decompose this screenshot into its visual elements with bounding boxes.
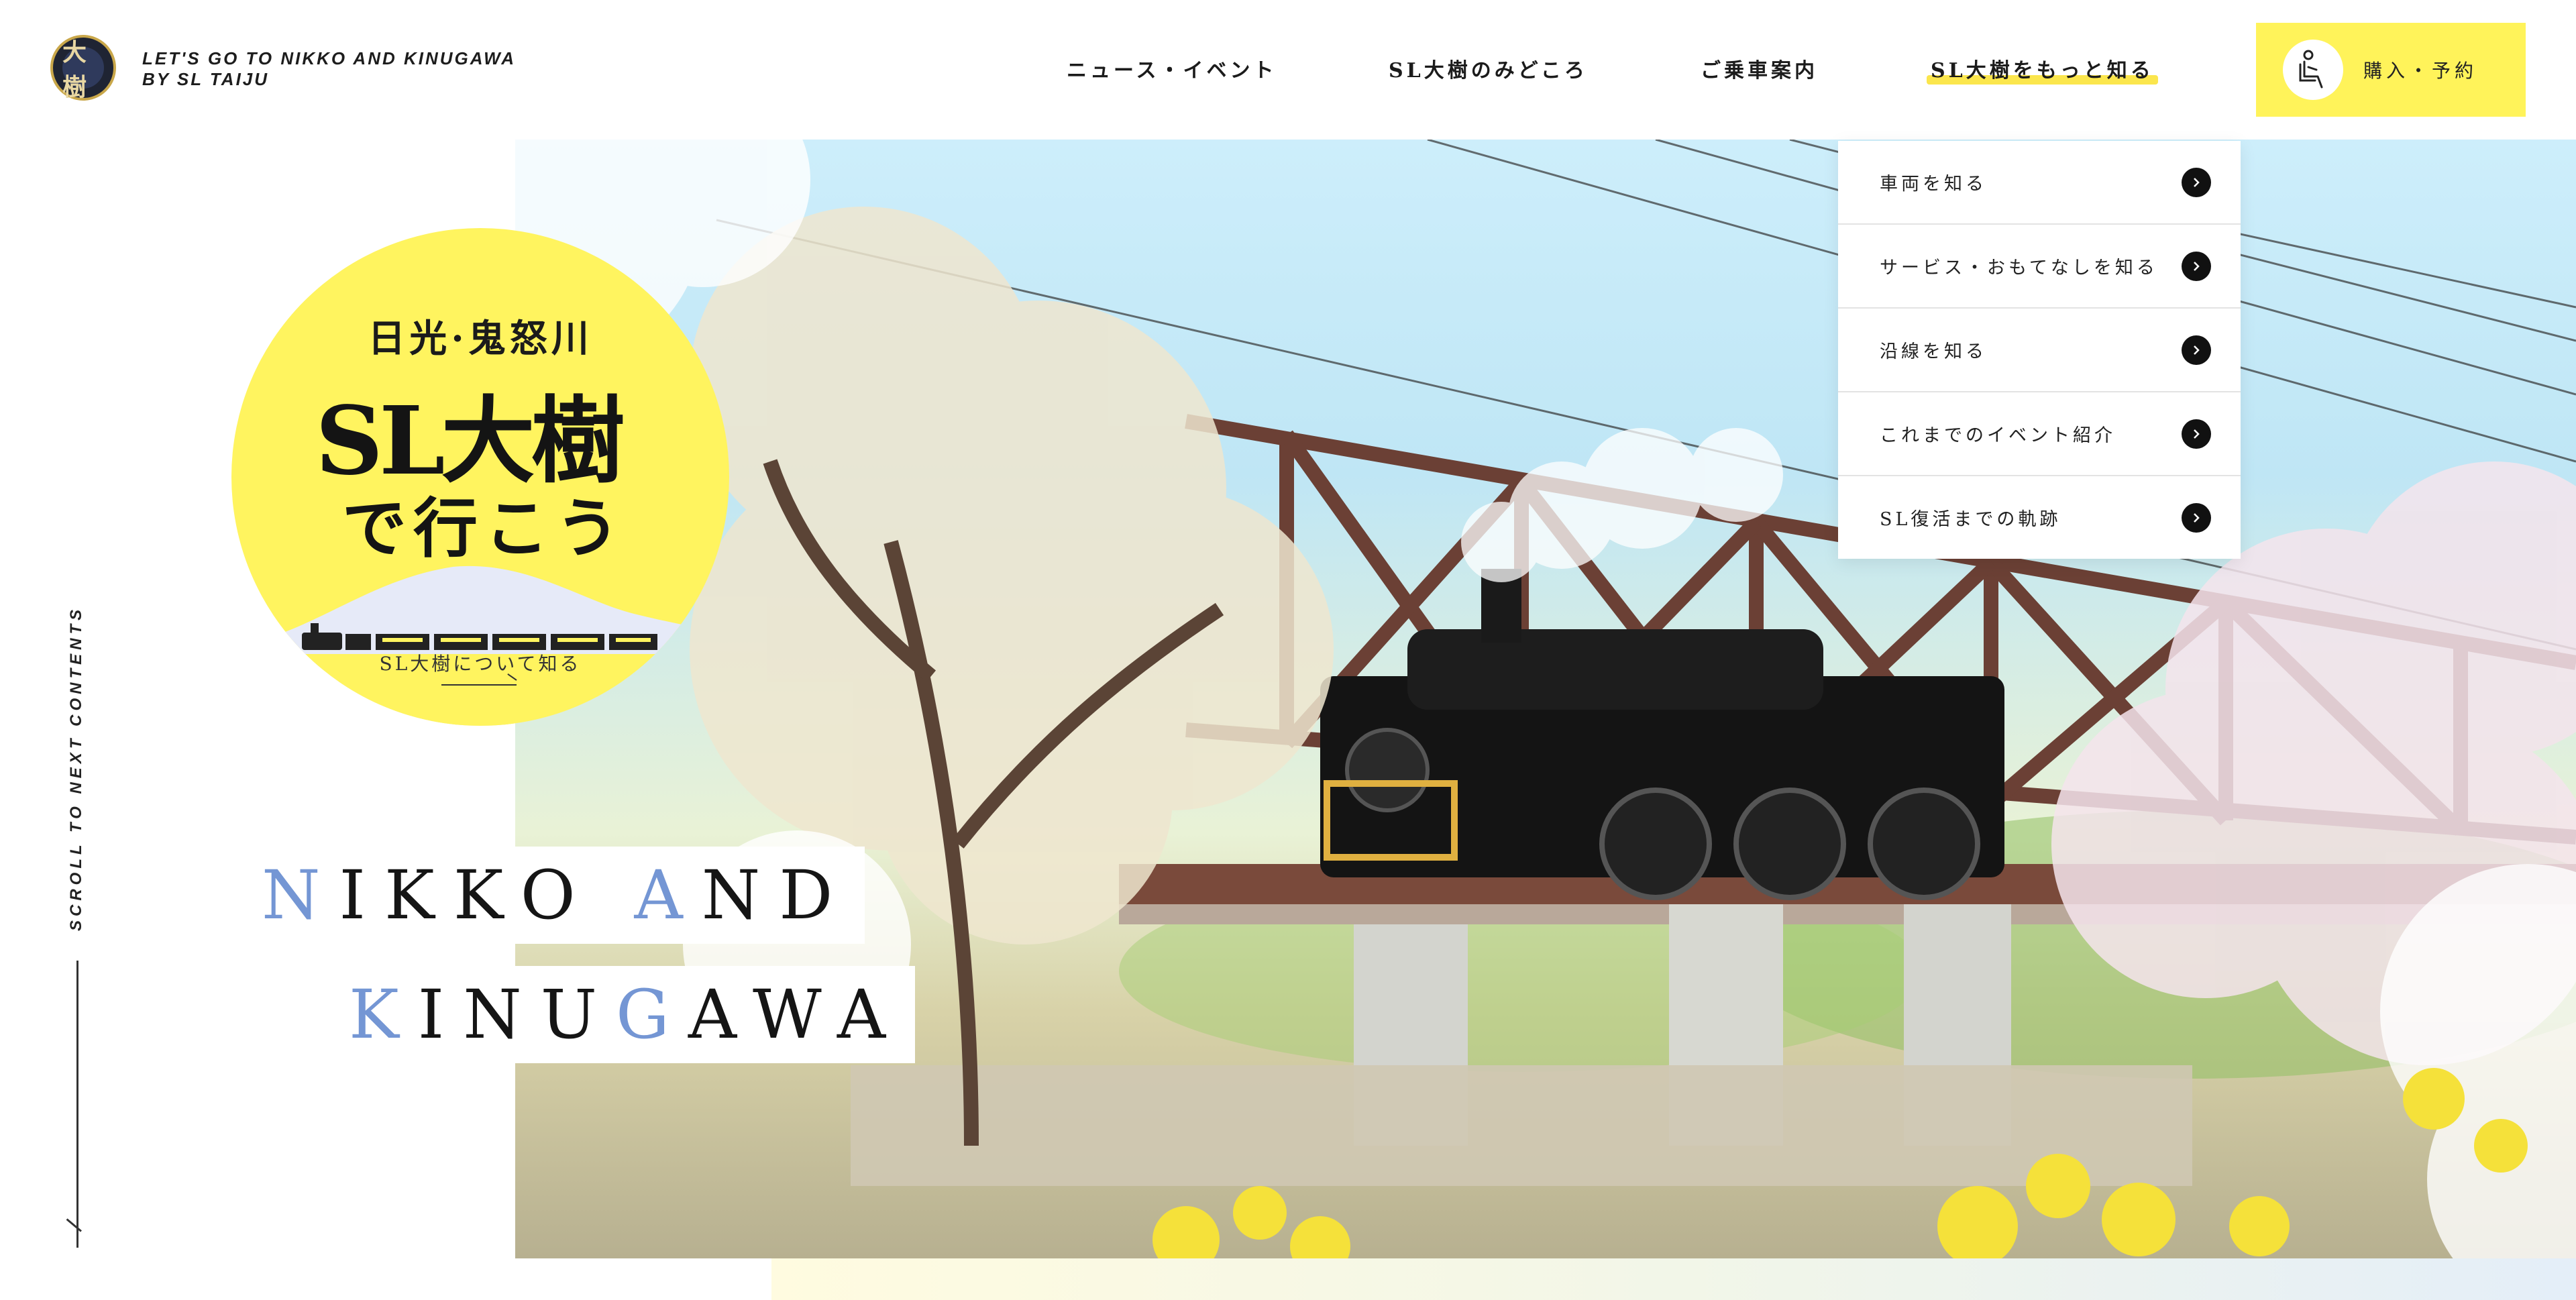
chevron-right-icon <box>2182 167 2211 197</box>
bottom-gradient-strip <box>771 1258 2576 1300</box>
hero-title-line2: KINUGAWA <box>342 966 916 1063</box>
hero-scene <box>515 140 2576 1258</box>
dropdown-item-label: SL復活までの軌跡 <box>1880 509 2061 530</box>
dropdown-item-route[interactable]: 沿線を知る <box>1838 309 2241 392</box>
chevron-right-icon <box>2182 251 2211 281</box>
nav-highlights[interactable]: SL大樹のみどころ <box>1389 54 1588 83</box>
hero-title-initial-k: K <box>349 975 418 1054</box>
sl-taiju-badge[interactable]: 日光·鬼怒川 SL大樹 で行こう SL大樹について知る <box>231 228 729 726</box>
arrow-right-icon <box>441 684 517 686</box>
hero-photo <box>515 140 2576 1258</box>
dropdown-item-history[interactable]: SL復活までの軌跡 <box>1838 476 2241 559</box>
dropdown-item-events[interactable]: これまでのイベント紹介 <box>1838 392 2241 476</box>
reserve-label: 購入・予約 <box>2363 60 2478 82</box>
hero-title-awa: AWA <box>688 975 905 1054</box>
badge-link-text: SL大樹について知る <box>379 653 582 675</box>
hero-title-inu: INU <box>417 975 616 1054</box>
reserve-button[interactable]: 購入・予約 <box>2256 23 2526 117</box>
hero-title-line1: NIKKO AND <box>255 847 865 944</box>
nav-news-events[interactable]: ニュース・イベント <box>1067 54 1277 83</box>
dropdown-item-service[interactable]: サービス・おもてなしを知る <box>1838 225 2241 309</box>
learn-more-dropdown: 車両を知る サービス・おもてなしを知る 沿線を知る これまでのイベント紹介 SL… <box>1838 141 2241 559</box>
chevron-right-icon <box>2182 502 2211 533</box>
tagline-line2: BY SL TAIJU <box>142 69 270 89</box>
site-tagline: LET'S GO TO NIKKO AND KINUGAWA BY SL TAI… <box>142 48 516 90</box>
hero-title-initial-a: A <box>634 856 702 934</box>
hero-title-nd: ND <box>701 856 852 934</box>
logo-mark: 大樹 <box>62 38 104 101</box>
dropdown-item-label: 車両を知る <box>1880 174 1987 195</box>
chevron-right-icon <box>2182 335 2211 365</box>
scroll-arrow-icon <box>66 1218 82 1232</box>
nav-learn-more[interactable]: SL大樹をもっと知る <box>1927 54 2158 85</box>
badge-mountain-train <box>231 565 729 726</box>
seat-icon <box>2283 40 2343 100</box>
hero-title-initial-g: G <box>616 975 688 1054</box>
badge-subtitle: 日光·鬼怒川 <box>368 317 593 361</box>
dropdown-item-label: サービス・おもてなしを知る <box>1880 258 2158 278</box>
dropdown-item-label: 沿線を知る <box>1880 341 1987 362</box>
dropdown-item-label: これまでのイベント紹介 <box>1880 425 2116 446</box>
dropdown-item-vehicles[interactable]: 車両を知る <box>1838 141 2241 225</box>
hero-title-ikko: IKKO <box>339 856 635 934</box>
logo[interactable]: 大樹 <box>50 35 116 101</box>
hero-title-initial-n: N <box>262 856 339 934</box>
chevron-right-icon <box>2182 419 2211 449</box>
tagline-line1: LET'S GO TO NIKKO AND KINUGAWA <box>142 48 516 68</box>
nav-boarding-guide[interactable]: ご乗車案内 <box>1701 54 1818 83</box>
scroll-hint[interactable]: SCROLL TO NEXT CONTENTS <box>67 606 86 931</box>
scroll-line <box>76 961 78 1248</box>
